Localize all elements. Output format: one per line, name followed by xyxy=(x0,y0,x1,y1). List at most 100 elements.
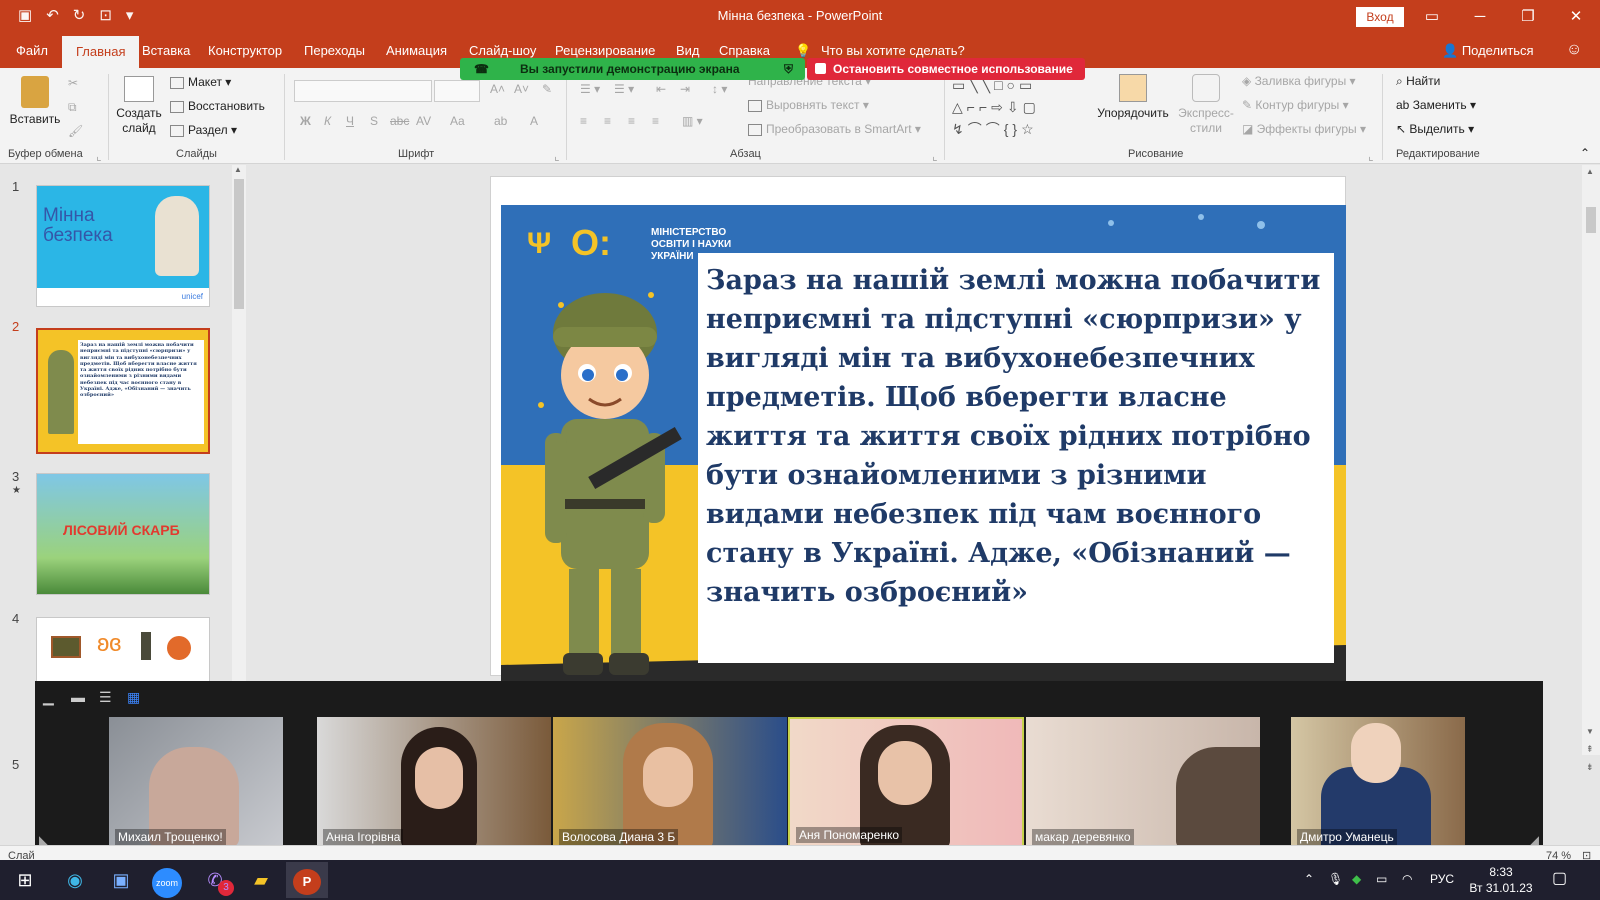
start-icon[interactable]: ⊞ xyxy=(4,862,46,898)
change-case-icon[interactable]: Aa xyxy=(450,114,465,128)
increase-indent-icon[interactable]: ⇥ xyxy=(680,82,690,96)
cut-icon[interactable]: ✂ xyxy=(68,76,78,90)
align-center-icon[interactable]: ≡ xyxy=(604,114,611,128)
arrange-button[interactable]: Упорядочить xyxy=(1092,74,1174,120)
file-explorer-icon[interactable]: ▰ xyxy=(240,862,282,898)
new-slide-button[interactable]: Создать слайд xyxy=(114,76,164,136)
security-icon[interactable]: ◆ xyxy=(1352,872,1361,886)
tab-home[interactable]: Главная xyxy=(62,36,140,68)
tab-view[interactable]: Вид xyxy=(676,43,700,58)
slide-thumbnail-1[interactable]: Мінна безпека unicef xyxy=(36,185,210,307)
participant-video[interactable]: Волосова Диана 3 Б xyxy=(553,717,787,849)
shape-effects-button[interactable]: ◪ Эффекты фигуры ▾ xyxy=(1242,122,1366,136)
language-indicator[interactable]: РУС xyxy=(1430,872,1454,886)
scroll-thumb[interactable] xyxy=(234,179,244,309)
tray-overflow-icon[interactable]: ⌃ xyxy=(1304,872,1314,886)
reset-button[interactable]: Восстановить xyxy=(170,99,265,113)
minimize-strip-icon[interactable]: ▁ xyxy=(43,689,54,706)
align-text-button[interactable]: Выровнять текст ▾ xyxy=(748,98,869,112)
login-button[interactable]: Вход xyxy=(1356,7,1404,27)
slide-thumbnail-3[interactable]: ЛІСОВИЙ СКАРБ xyxy=(36,473,210,595)
slide-body-text[interactable]: Зараз на нашій землі можна побачити непр… xyxy=(706,261,1328,612)
scroll-down-icon[interactable]: ▼ xyxy=(1586,727,1594,736)
wifi-icon[interactable]: ◠ xyxy=(1402,872,1412,886)
scroll-up-icon[interactable]: ▲ xyxy=(234,165,242,174)
paragraph-launcher-icon[interactable]: ⌞ xyxy=(932,149,938,163)
single-view-icon[interactable]: ▬ xyxy=(71,689,85,705)
share-button[interactable]: 👤 Поделиться xyxy=(1442,43,1534,59)
strip-view-icon[interactable]: ☰ xyxy=(99,689,112,706)
font-color-icon[interactable]: A xyxy=(530,114,538,128)
floppy-app-icon[interactable]: ▣ xyxy=(100,862,142,898)
tab-file[interactable]: Файл xyxy=(16,43,48,58)
format-painter-icon[interactable]: 🖌 xyxy=(68,124,83,138)
close-icon[interactable]: ✕ xyxy=(1552,0,1600,34)
minimize-icon[interactable]: ─ xyxy=(1456,0,1504,34)
shape-fill-button[interactable]: ◈ Заливка фигуры ▾ xyxy=(1242,74,1356,88)
align-left-icon[interactable]: ≡ xyxy=(580,114,587,128)
scroll-up-icon[interactable]: ▲ xyxy=(1586,167,1594,176)
participant-video[interactable]: Дмитро Уманець xyxy=(1291,717,1465,849)
taskbar-clock[interactable]: 8:33 Вт 31.01.23 xyxy=(1466,864,1536,896)
grow-font-icon[interactable]: A˄ xyxy=(490,82,505,96)
thumbnails-scrollbar[interactable]: ▲ xyxy=(232,165,246,685)
font-size-box[interactable] xyxy=(434,80,480,102)
replace-button[interactable]: ab Заменить ▾ xyxy=(1396,98,1476,112)
tab-design[interactable]: Конструктор xyxy=(208,43,282,58)
zoom-app-icon[interactable]: zoom xyxy=(146,862,188,898)
highlight-icon[interactable]: ab xyxy=(494,114,507,128)
smiley-icon[interactable]: ☺ xyxy=(1566,41,1582,59)
slide-thumbnail-4[interactable]: ʚɞ xyxy=(36,617,210,687)
editor-scrollbar[interactable]: ▲ ▼ xyxy=(1582,165,1600,755)
drawing-launcher-icon[interactable]: ⌞ xyxy=(1368,149,1374,163)
notifications-icon[interactable]: ▢ xyxy=(1552,868,1567,888)
ribbon-display-icon[interactable]: ▭ xyxy=(1408,0,1456,34)
decrease-indent-icon[interactable]: ⇤ xyxy=(656,82,666,96)
clear-format-icon[interactable]: ✎ xyxy=(542,82,552,96)
viber-icon[interactable]: ✆ 3 xyxy=(194,862,236,898)
participant-video[interactable]: Анна Ігорівна xyxy=(317,717,551,849)
restore-icon[interactable]: ❐ xyxy=(1504,0,1552,34)
prev-slide-icon[interactable]: ⇞ xyxy=(1586,744,1594,755)
line-spacing-icon[interactable]: ↕ ▾ xyxy=(712,82,727,96)
tab-insert[interactable]: Вставка xyxy=(142,43,190,58)
quick-styles-button[interactable]: Экспресс-стили xyxy=(1178,74,1234,136)
stop-sharing-button[interactable]: Остановить совместное использование xyxy=(807,58,1085,80)
participant-video[interactable]: макар деревянко xyxy=(1026,717,1260,849)
participant-video-active[interactable]: Аня Пономаренко xyxy=(788,717,1024,849)
battery-icon[interactable]: ▭ xyxy=(1376,872,1387,886)
tab-review[interactable]: Рецензирование xyxy=(555,43,655,58)
justify-icon[interactable]: ≡ xyxy=(652,114,659,128)
powerpoint-taskbar-icon[interactable]: P xyxy=(286,862,328,898)
smartart-button[interactable]: Преобразовать в SmartArt ▾ xyxy=(748,122,921,136)
participant-video[interactable]: Михаил Трощенко! xyxy=(109,717,283,849)
slide-thumbnail-2[interactable]: Зараз на нашій землі можна побачити непр… xyxy=(36,328,210,454)
section-button[interactable]: Раздел ▾ xyxy=(170,123,237,137)
bullets-icon[interactable]: ☰ ▾ xyxy=(580,82,600,96)
bold-button[interactable]: Ж xyxy=(300,114,311,128)
shapes-gallery[interactable]: ▭╲╲□○▭ △⌐⌐⇨⇩▢ ↯⌒⌒{}☆ xyxy=(952,74,1084,142)
find-button[interactable]: ⌕ Найти xyxy=(1396,74,1440,89)
collapse-ribbon-icon[interactable]: ⌃ xyxy=(1580,146,1590,160)
microphone-icon[interactable]: 🎙 xyxy=(1328,872,1343,886)
scroll-thumb[interactable] xyxy=(1586,207,1596,233)
tell-me-input[interactable]: Что вы хотите сделать? xyxy=(821,43,965,58)
tab-help[interactable]: Справка xyxy=(719,43,770,58)
italic-button[interactable]: К xyxy=(324,114,331,128)
font-launcher-icon[interactable]: ⌞ xyxy=(554,149,560,163)
shape-outline-button[interactable]: ✎ Контур фигуры ▾ xyxy=(1242,98,1349,112)
edge-icon[interactable]: ◉ xyxy=(54,862,96,898)
columns-icon[interactable]: ▥ ▾ xyxy=(682,114,703,128)
tab-slideshow[interactable]: Слайд-шоу xyxy=(469,43,536,58)
paste-button[interactable]: Вставить xyxy=(8,76,62,126)
numbering-icon[interactable]: ☰ ▾ xyxy=(614,82,634,96)
shadow-button[interactable]: S xyxy=(370,114,378,128)
tab-animations[interactable]: Анимация xyxy=(386,43,447,58)
shrink-font-icon[interactable]: A˅ xyxy=(514,82,529,96)
next-slide-icon[interactable]: ⇟ xyxy=(1586,762,1594,773)
layout-button[interactable]: Макет ▾ xyxy=(170,75,231,89)
char-spacing-icon[interactable]: AV xyxy=(416,114,431,128)
clipboard-launcher-icon[interactable]: ⌞ xyxy=(96,149,102,163)
current-slide[interactable]: Ψ О: МІНІСТЕРСТВО ОСВІТИ І НАУКИ УКРАЇНИ… xyxy=(501,205,1346,685)
gallery-view-icon[interactable]: ▦ xyxy=(127,689,140,706)
